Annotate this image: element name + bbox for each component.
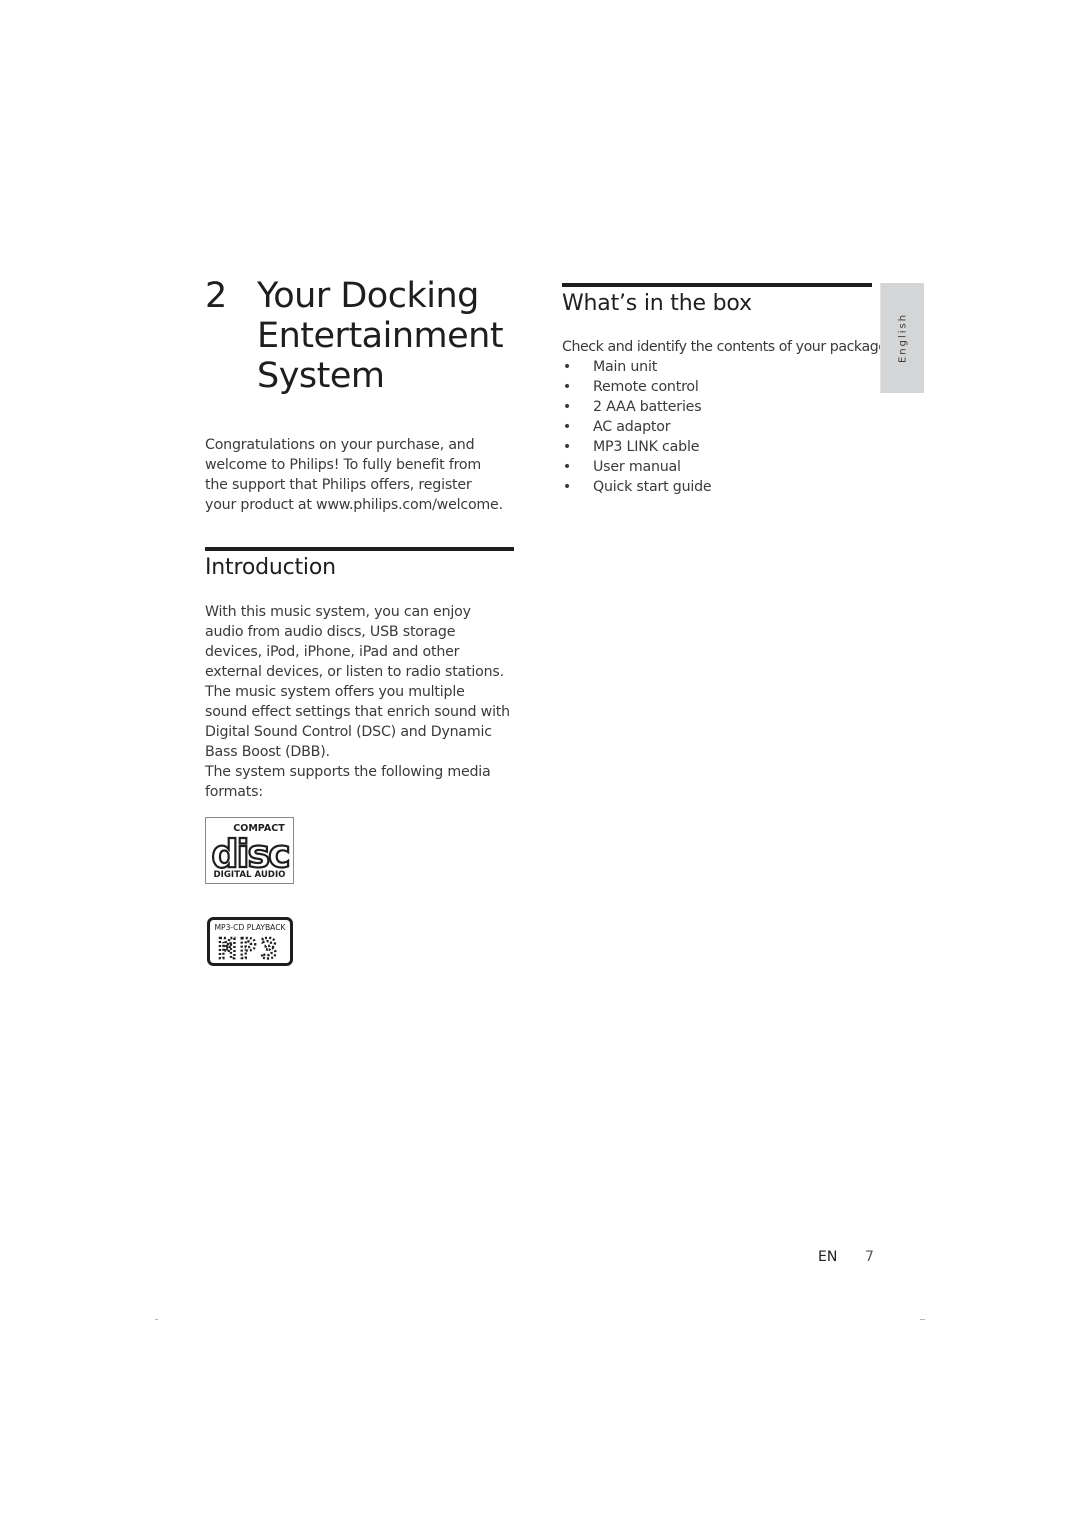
list-item-label: MP3 LINK cable [593, 439, 700, 455]
list-item-label: AC adaptor [593, 419, 671, 435]
list-item-label: 2 AAA batteries [593, 399, 702, 415]
bullet-icon: • [562, 379, 572, 395]
introduction-paragraph: The music system offers you multiple sou… [205, 684, 510, 760]
list-item: • MP3 LINK cable [562, 437, 882, 457]
bullet-icon: • [562, 459, 572, 475]
introduction-heading: Introduction [205, 555, 336, 580]
crop-mark-left [155, 1319, 158, 1320]
list-item: • 2 AAA batteries [562, 397, 882, 417]
crop-mark-right [920, 1319, 925, 1320]
whats-in-box-body: Check and identify the contents of your … [562, 337, 891, 497]
list-item-label: Main unit [593, 359, 658, 375]
list-item: • AC adaptor [562, 417, 882, 437]
page-number: 7 [865, 1249, 874, 1265]
list-item-label: User manual [593, 459, 681, 475]
chapter-number: 2 [205, 276, 227, 316]
compact-disc-logo: COMPACT disc DIGITAL AUDIO [205, 817, 294, 884]
introduction-paragraph: The system supports the following media … [205, 764, 491, 800]
bullet-icon: • [562, 439, 572, 455]
introduction-divider [205, 547, 514, 551]
introduction-paragraph: With this music system, you can enjoy au… [205, 604, 504, 680]
language-tab-label: English [897, 312, 908, 364]
list-item: • User manual [562, 457, 882, 477]
welcome-paragraph: Congratulations on your purchase, and we… [205, 437, 503, 513]
whats-in-box-divider [562, 283, 872, 287]
list-item: • Main unit [562, 357, 882, 377]
bullet-icon: • [562, 479, 572, 495]
cd-logo-bottom-text: DIGITAL AUDIO [214, 870, 286, 880]
introduction-body: With this music system, you can enjoy au… [205, 602, 510, 802]
list-item-label: Remote control [593, 379, 699, 395]
bullet-icon: • [562, 419, 572, 435]
package-contents-list: • Main unit • Remote control • 2 AAA batter… [562, 357, 882, 497]
bullet-icon: • [562, 399, 572, 415]
whats-in-box-intro: Check and identify the contents of your … [562, 339, 891, 355]
list-item: • Quick start guide [562, 477, 882, 497]
whats-in-box-heading: What’s in the box [562, 291, 752, 316]
bullet-icon: • [562, 359, 572, 375]
language-tab: English [880, 283, 924, 393]
list-item-label: Quick start guide [593, 479, 712, 495]
footer-language-code: EN [818, 1249, 838, 1265]
mp3-logo-top-text: MP3-CD PLAYBACK [214, 923, 286, 932]
list-item: • Remote control [562, 377, 882, 397]
mp3-logo-middle-text: MP3 [219, 932, 282, 965]
mp3-cd-playback-logo: MP3-CD PLAYBACK MP3 [207, 917, 293, 966]
chapter-heading: Your Docking Entertainment System [257, 276, 504, 396]
